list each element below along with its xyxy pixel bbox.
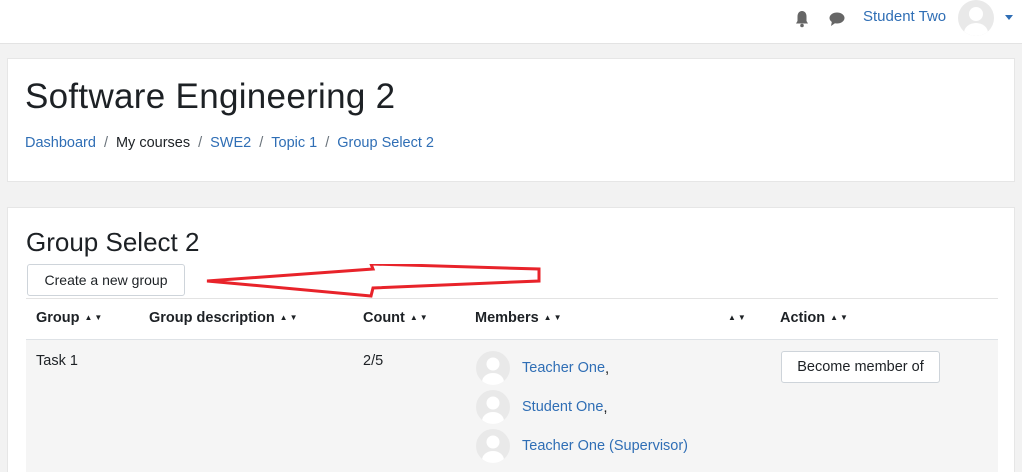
breadcrumb-activity[interactable]: Group Select 2	[337, 135, 434, 151]
sort-arrows-icon[interactable]: ▲▼	[85, 313, 105, 322]
breadcrumb-separator: /	[103, 135, 108, 151]
table-row: Task 1 2/5 Teacher One, Student One, Tea…	[26, 340, 998, 472]
breadcrumb-topic[interactable]: Topic 1	[271, 135, 317, 151]
member-item: Teacher One (Supervisor)	[476, 428, 688, 464]
activity-title: Group Select 2	[26, 227, 200, 257]
page-title: Software Engineering 2	[25, 77, 396, 116]
column-header-description[interactable]: Group description ▲▼	[149, 310, 300, 326]
group-name: Task 1	[36, 353, 78, 369]
column-header-members[interactable]: Members ▲▼	[475, 310, 564, 326]
member-link[interactable]: Teacher One (Supervisor)	[522, 438, 688, 454]
create-group-button[interactable]: Create a new group	[27, 264, 185, 296]
user-menu-caret-icon[interactable]	[1005, 15, 1013, 20]
sort-arrows-icon[interactable]: ▲▼	[410, 313, 430, 322]
breadcrumb-dashboard[interactable]: Dashboard	[25, 135, 96, 151]
sort-arrows-icon[interactable]: ▲▼	[728, 313, 748, 322]
breadcrumb-separator: /	[325, 135, 330, 151]
user-menu-name[interactable]: Student Two	[863, 8, 946, 25]
member-link[interactable]: Teacher One	[522, 360, 605, 376]
top-navbar: Student Two	[0, 0, 1022, 44]
member-item: Teacher One,	[476, 350, 609, 386]
breadcrumb-my-courses: My courses	[115, 135, 191, 151]
sort-arrows-icon[interactable]: ▲▼	[544, 313, 564, 322]
column-header-count[interactable]: Count ▲▼	[363, 310, 430, 326]
notification-bell-icon[interactable]	[794, 10, 810, 28]
breadcrumb-separator: /	[259, 135, 264, 151]
breadcrumb-separator: /	[198, 135, 203, 151]
member-avatar	[476, 429, 510, 463]
sort-arrows-icon[interactable]: ▲▼	[280, 313, 300, 322]
member-separator: ,	[605, 359, 610, 377]
breadcrumb-course[interactable]: SWE2	[210, 135, 251, 151]
member-avatar	[476, 351, 510, 385]
sort-arrows-icon[interactable]: ▲▼	[830, 313, 850, 322]
main-content: Group Select 2 Create a new group Group ▲…	[7, 207, 1015, 472]
table-header: Group ▲▼ Group description ▲▼ Count ▲▼ Memb…	[26, 298, 998, 340]
page-header: Software Engineering 2 Dashboard / My co…	[7, 58, 1015, 182]
member-link[interactable]: Student One	[522, 399, 603, 415]
become-member-button[interactable]: Become member of	[781, 351, 940, 383]
member-avatar	[476, 390, 510, 424]
group-count: 2/5	[363, 353, 384, 369]
annotation-arrow-icon	[206, 264, 541, 298]
member-item: Student One,	[476, 389, 608, 425]
messages-icon[interactable]	[828, 11, 846, 27]
user-avatar[interactable]	[958, 0, 994, 36]
column-header-action[interactable]: Action ▲▼	[780, 310, 850, 326]
column-header-unlabeled[interactable]: ▲▼	[723, 310, 748, 326]
member-separator: ,	[603, 398, 608, 416]
column-header-group[interactable]: Group ▲▼	[36, 310, 104, 326]
breadcrumb: Dashboard / My courses / SWE2 / Topic 1 …	[25, 135, 434, 151]
